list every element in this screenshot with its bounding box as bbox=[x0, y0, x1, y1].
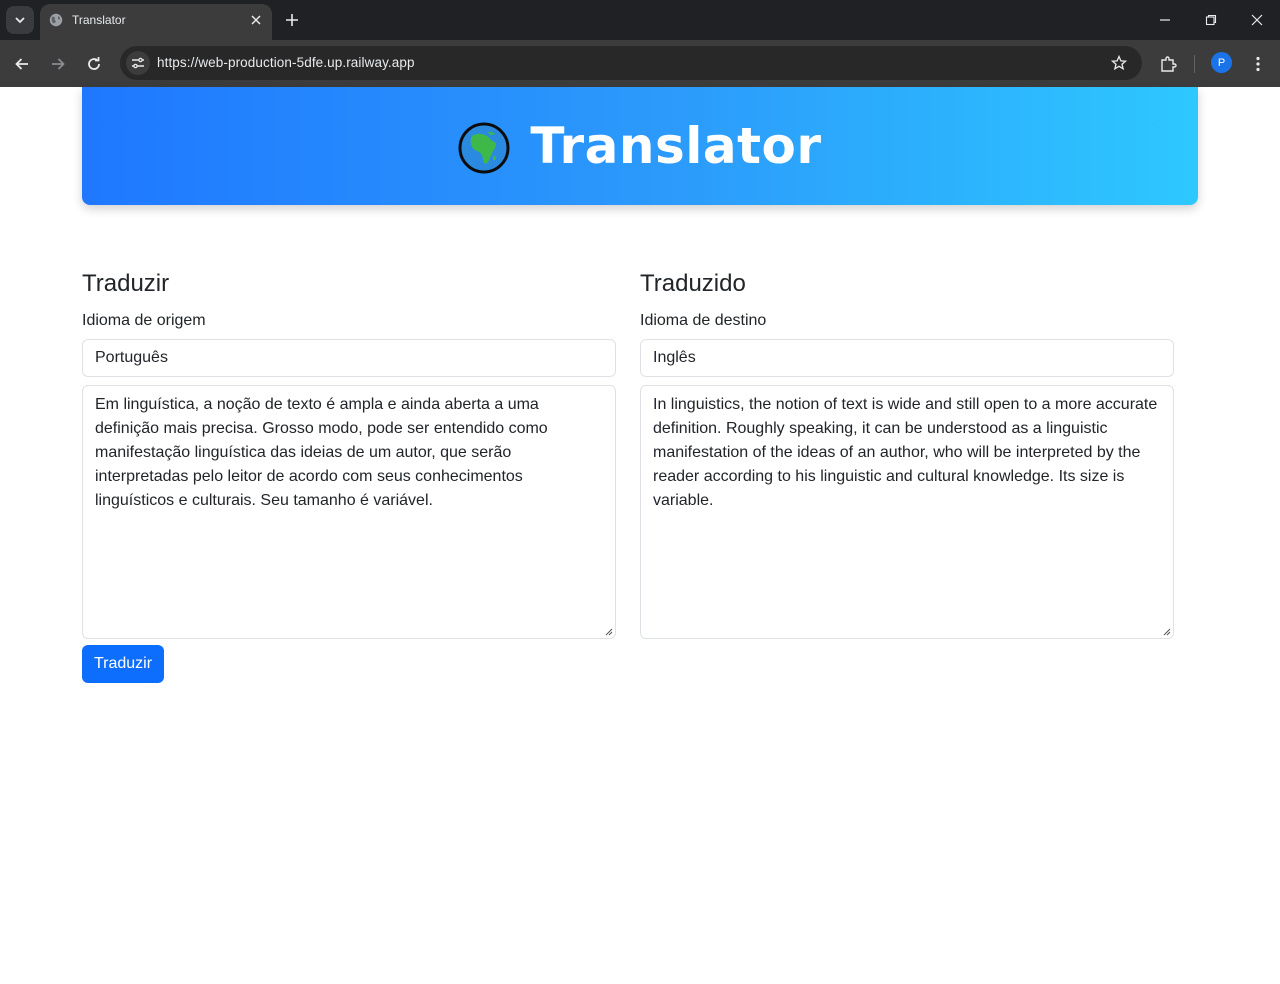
globe-icon bbox=[49, 13, 63, 27]
chevron-down-icon bbox=[15, 17, 25, 24]
browser-toolbar: https://web-production-5dfe.up.railway.a… bbox=[0, 40, 1280, 87]
target-text-area[interactable]: In linguistics, the notion of text is wi… bbox=[640, 385, 1174, 639]
toolbar-separator bbox=[1194, 55, 1195, 73]
source-text-area[interactable]: Em linguística, a noção de texto é ampla… bbox=[82, 385, 616, 639]
close-window-icon[interactable] bbox=[1247, 10, 1267, 30]
tab-close-icon[interactable] bbox=[248, 12, 264, 28]
more-menu-icon[interactable] bbox=[1246, 52, 1270, 76]
resize-handle-icon[interactable] bbox=[603, 626, 613, 636]
translate-button[interactable]: Traduzir bbox=[82, 645, 164, 683]
browser-tab[interactable]: Translator bbox=[40, 4, 272, 40]
page-title: Translator bbox=[530, 117, 822, 175]
bookmark-star-icon[interactable] bbox=[1110, 54, 1128, 72]
source-column: Traduzir Idioma de origem Português Em l… bbox=[82, 267, 616, 639]
profile-avatar[interactable]: P bbox=[1211, 52, 1232, 73]
source-heading: Traduzir bbox=[82, 270, 170, 297]
page-content: Translator Traduzir Idioma de origem Por… bbox=[0, 87, 1280, 984]
resize-handle-icon[interactable] bbox=[1161, 626, 1171, 636]
new-tab-icon[interactable] bbox=[282, 10, 302, 30]
target-language-field[interactable]: Inglês bbox=[640, 339, 1174, 377]
url-text: https://web-production-5dfe.up.railway.a… bbox=[157, 55, 415, 70]
tab-title: Translator bbox=[72, 13, 126, 27]
header-banner: Translator bbox=[82, 87, 1198, 205]
target-column: Traduzido Idioma de destino Inglês In li… bbox=[640, 267, 1174, 639]
extensions-icon[interactable] bbox=[1156, 52, 1180, 76]
forward-arrow-icon[interactable] bbox=[46, 52, 70, 76]
restore-icon[interactable] bbox=[1201, 10, 1221, 30]
globe-africa-icon bbox=[458, 122, 510, 174]
source-text: Em linguística, a noção de texto é ampla… bbox=[95, 396, 548, 509]
reload-icon[interactable] bbox=[82, 52, 106, 76]
target-heading: Traduzido bbox=[640, 270, 746, 297]
browser-tabstrip: Translator bbox=[0, 0, 1280, 40]
target-language-label: Idioma de destino bbox=[640, 312, 767, 329]
back-arrow-icon[interactable] bbox=[10, 52, 34, 76]
source-language-field[interactable]: Português bbox=[82, 339, 616, 377]
address-bar[interactable]: https://web-production-5dfe.up.railway.a… bbox=[120, 46, 1142, 80]
tab-search-button[interactable] bbox=[6, 6, 34, 34]
site-settings-icon[interactable] bbox=[126, 51, 150, 75]
minimize-icon[interactable] bbox=[1155, 10, 1175, 30]
target-text: In linguistics, the notion of text is wi… bbox=[653, 396, 1158, 509]
source-language-label: Idioma de origem bbox=[82, 312, 206, 329]
